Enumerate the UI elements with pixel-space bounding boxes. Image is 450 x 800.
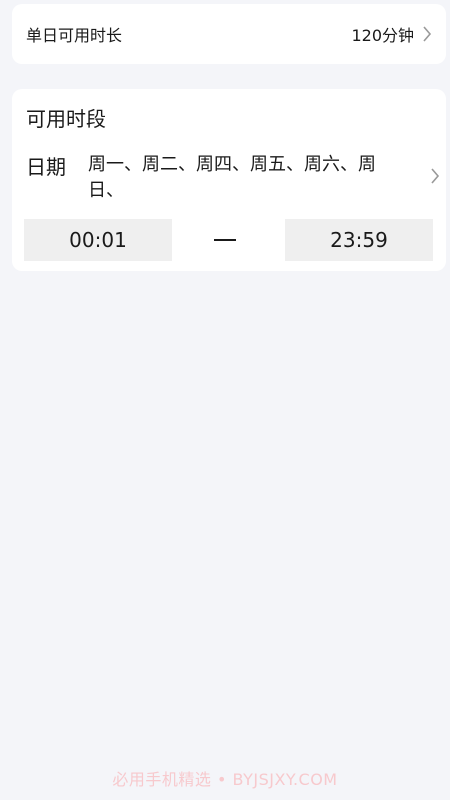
available-period-card: 可用时段 日期 周一、周二、周四、周五、周六、周日、 00:01 23:59 — [12, 89, 446, 271]
daily-limit-row[interactable]: 单日可用时长 120分钟 — [12, 4, 446, 64]
chevron-right-icon — [430, 168, 440, 184]
start-time-picker[interactable]: 00:01 — [24, 219, 172, 261]
selected-days-value: 周一、周二、周四、周五、周六、周日、 — [88, 154, 376, 201]
end-time-picker[interactable]: 23:59 — [285, 219, 433, 261]
watermark: 必用手机精选 • BYJSJXY.COM — [112, 770, 338, 789]
chevron-right-icon — [422, 26, 432, 42]
daily-limit-value: 120分钟 — [351, 26, 414, 45]
daily-limit-label: 单日可用时长 — [26, 26, 123, 45]
time-range-row: 00:01 23:59 — [24, 219, 434, 261]
available-period-title: 可用时段 — [26, 107, 106, 131]
date-label: 日期 — [26, 155, 66, 179]
time-range-separator — [214, 239, 236, 241]
date-selector-row[interactable]: 日期 周一、周二、周四、周五、周六、周日、 — [26, 151, 440, 207]
